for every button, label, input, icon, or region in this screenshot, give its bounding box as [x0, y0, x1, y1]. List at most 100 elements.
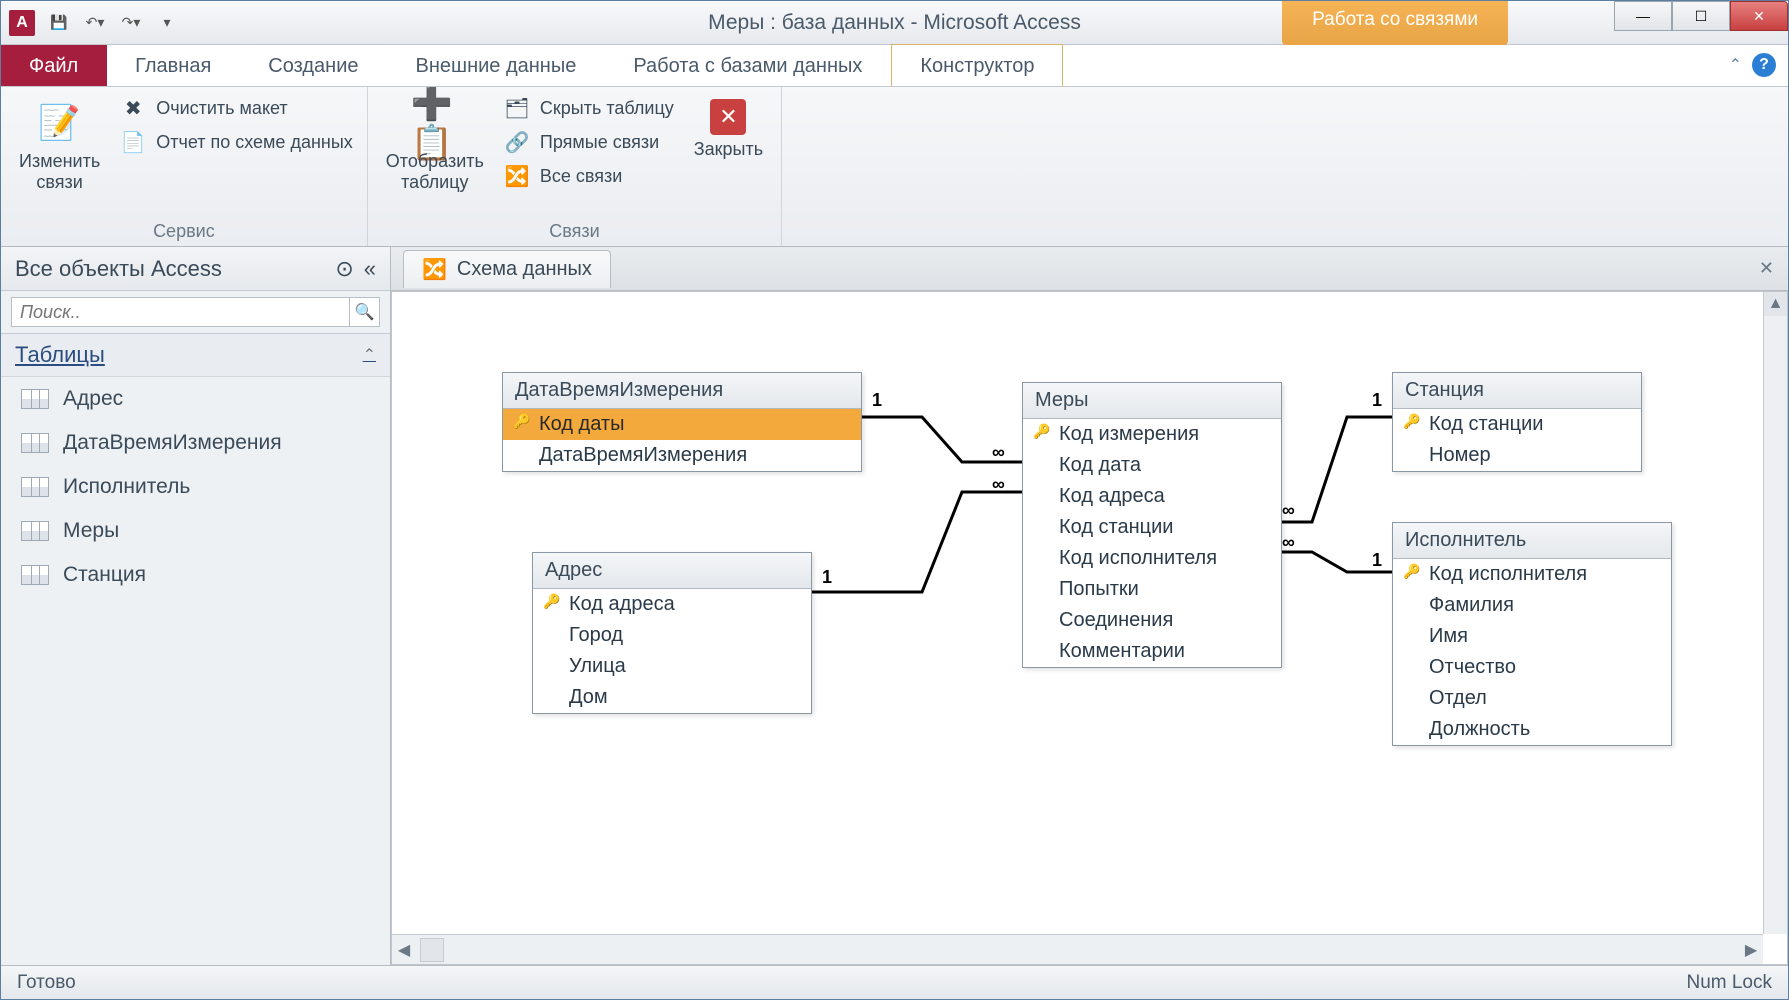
table-field[interactable]: Комментарии [1023, 636, 1281, 667]
close-rel-label: Закрыть [694, 139, 763, 160]
context-tab-group-label: Работа со связями [1282, 1, 1508, 45]
table-field[interactable]: Город [533, 620, 811, 651]
table-icon [21, 521, 49, 541]
app-icon[interactable]: A [9, 10, 35, 36]
ribbon-group-relationships: ➕📋 Отобразить таблицу 🗂 Скрыть таблицу 🔗… [368, 87, 782, 246]
nav-item-stanciya[interactable]: Станция [1, 553, 390, 597]
nav-pane-header[interactable]: Все объекты Access ⊙ « [1, 247, 390, 291]
doc-close-icon[interactable]: ✕ [1759, 258, 1774, 279]
direct-relationships-button[interactable]: 🔗 Прямые связи [504, 129, 674, 155]
nav-dropdown-icon[interactable]: ⊙ [335, 256, 353, 282]
table-field[interactable]: Попытки [1023, 574, 1281, 605]
nav-item-ispolnitel[interactable]: Исполнитель [1, 465, 390, 509]
table-field[interactable]: Улица [533, 651, 811, 682]
table-field[interactable]: Код адреса [1023, 481, 1281, 512]
nav-group-collapse-icon[interactable]: ⌃ [363, 345, 376, 365]
tab-dbtools[interactable]: Работа с базами данных [605, 45, 891, 86]
scroll-left-icon[interactable]: ◀ [392, 940, 416, 960]
rel-cardinality-many: ∞ [992, 474, 1005, 495]
redo-icon[interactable]: ↷▾ [119, 11, 143, 35]
rel-cardinality-many: ∞ [992, 442, 1005, 463]
scroll-right-icon[interactable]: ▶ [1739, 940, 1763, 960]
show-table-button[interactable]: ➕📋 Отобразить таблицу [382, 95, 488, 196]
horizontal-scrollbar[interactable]: ◀ ▶ [392, 934, 1763, 964]
close-relationships-button[interactable]: ✕ Закрыть [690, 95, 767, 164]
table-field[interactable]: Соединения [1023, 605, 1281, 636]
undo-icon[interactable]: ↶▾ [83, 11, 107, 35]
table-icon [21, 433, 49, 453]
table-box-mery[interactable]: Меры Код измерения Код дата Код адреса К… [1022, 382, 1282, 668]
save-icon[interactable]: 💾 [47, 11, 71, 35]
table-box-adres[interactable]: Адрес Код адреса Город Улица Дом [532, 552, 812, 714]
table-box-title[interactable]: Меры [1023, 383, 1281, 419]
nav-group-tables-label: Таблицы [15, 342, 105, 368]
doc-tab-schema[interactable]: 🔀 Схема данных [403, 250, 611, 288]
nav-item-datavremya[interactable]: ДатаВремяИзмерения [1, 421, 390, 465]
table-box-title[interactable]: ДатаВремяИзмерения [503, 373, 861, 409]
clear-layout-label: Очистить макет [156, 98, 287, 119]
search-input[interactable] [11, 297, 350, 327]
ribbon-group-service: 📝 Изменить связи ✖ Очистить макет 📄 Отче… [1, 87, 368, 246]
table-field[interactable]: Код дата [1023, 450, 1281, 481]
hide-table-icon: 🗂 [504, 95, 530, 121]
app-window: A 💾 ↶▾ ↷▾ ▾ Меры : база данных - Microso… [0, 0, 1789, 1000]
table-field[interactable]: Код исполнителя [1023, 543, 1281, 574]
edit-relationships-button[interactable]: 📝 Изменить связи [15, 95, 104, 196]
tab-file[interactable]: Файл [1, 45, 107, 86]
status-right: Num Lock [1686, 972, 1772, 994]
table-box-title[interactable]: Адрес [533, 553, 811, 589]
tab-design[interactable]: Конструктор [891, 44, 1063, 86]
table-field[interactable]: Номер [1393, 440, 1641, 471]
table-box-ispolnitel[interactable]: Исполнитель Код исполнителя Фамилия Имя … [1392, 522, 1672, 746]
tab-home[interactable]: Главная [107, 45, 240, 86]
clear-layout-button[interactable]: ✖ Очистить макет [120, 95, 353, 121]
edit-relationships-icon: 📝 [36, 99, 84, 147]
table-field[interactable]: Код исполнителя [1393, 559, 1671, 590]
table-field[interactable]: Имя [1393, 621, 1671, 652]
hide-table-button[interactable]: 🗂 Скрыть таблицу [504, 95, 674, 121]
table-box-title[interactable]: Исполнитель [1393, 523, 1671, 559]
table-field[interactable]: Дом [533, 682, 811, 713]
table-field[interactable]: Отдел [1393, 683, 1671, 714]
window-title: Меры : база данных - Microsoft Access [708, 11, 1081, 35]
table-field[interactable]: Код измерения [1023, 419, 1281, 450]
relationship-report-button[interactable]: 📄 Отчет по схеме данных [120, 129, 353, 155]
help-icon[interactable]: ? [1752, 53, 1776, 77]
tab-create[interactable]: Создание [240, 45, 387, 86]
table-box-stanciya[interactable]: Станция Код станции Номер [1392, 372, 1642, 472]
table-box-datavremya[interactable]: ДатаВремяИзмерения Код даты ДатаВремяИзм… [502, 372, 862, 472]
table-box-title[interactable]: Станция [1393, 373, 1641, 409]
nav-group-tables[interactable]: Таблицы ⌃ [1, 334, 390, 377]
relationships-icon: 🔀 [422, 257, 447, 282]
show-table-label: Отобразить таблицу [386, 151, 484, 192]
relationships-canvas[interactable]: 1 ∞ 1 ∞ ∞ 1 ∞ 1 ДатаВремяИзмерения Код д… [391, 291, 1788, 965]
minimize-button[interactable]: — [1614, 1, 1672, 31]
search-button[interactable]: 🔍 [350, 297, 380, 327]
navigation-pane: Все объекты Access ⊙ « 🔍 Таблицы ⌃ Адрес… [1, 247, 391, 965]
table-field[interactable]: Должность [1393, 714, 1671, 745]
nav-item-mery[interactable]: Меры [1, 509, 390, 553]
table-field[interactable]: Фамилия [1393, 590, 1671, 621]
nav-item-adres[interactable]: Адрес [1, 377, 390, 421]
qat-customize-icon[interactable]: ▾ [155, 11, 179, 35]
tab-external[interactable]: Внешние данные [388, 45, 606, 86]
group-label-service: Сервис [15, 221, 353, 242]
titlebar: A 💾 ↶▾ ↷▾ ▾ Меры : база данных - Microso… [1, 1, 1788, 45]
table-field[interactable]: Код адреса [533, 589, 811, 620]
table-field[interactable]: Код станции [1023, 512, 1281, 543]
vertical-scrollbar[interactable]: ▲ [1763, 292, 1787, 934]
nav-collapse-icon[interactable]: « [364, 256, 376, 282]
maximize-button[interactable]: ☐ [1672, 1, 1730, 31]
table-field[interactable]: Отчество [1393, 652, 1671, 683]
relationship-report-label: Отчет по схеме данных [156, 132, 353, 153]
all-relationships-button[interactable]: 🔀 Все связи [504, 163, 674, 189]
table-field[interactable]: Код станции [1393, 409, 1641, 440]
nav-item-label: Исполнитель [63, 475, 190, 499]
table-field[interactable]: ДатаВремяИзмерения [503, 440, 861, 471]
scroll-up-icon[interactable]: ▲ [1764, 292, 1787, 316]
close-button[interactable]: ✕ [1730, 1, 1788, 31]
direct-rel-label: Прямые связи [540, 132, 659, 153]
table-field[interactable]: Код даты [503, 409, 861, 440]
close-rel-icon: ✕ [710, 99, 746, 135]
minimize-ribbon-icon[interactable]: ⌃ [1729, 55, 1742, 75]
